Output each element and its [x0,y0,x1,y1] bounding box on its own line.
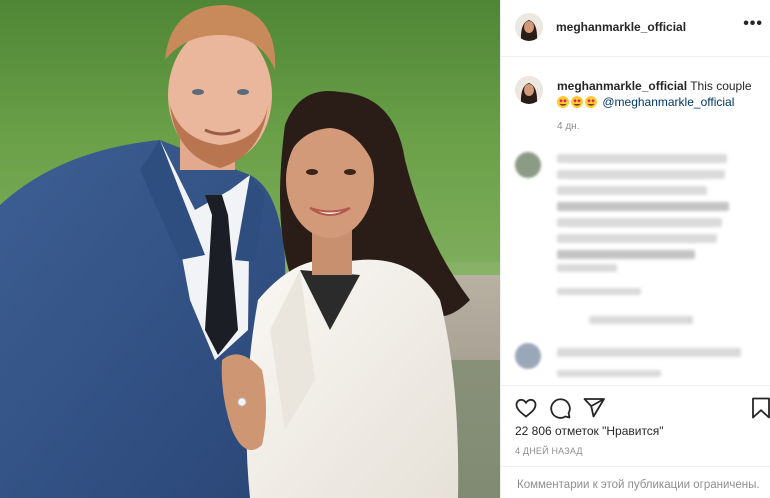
caption-body: This couple [690,79,752,93]
blurred-view-replies [589,316,693,324]
heart-eyes-emoji-icon [585,96,597,108]
caption-text: meghanmarkle_official This couple @megha… [557,78,762,110]
caption-avatar[interactable] [515,76,543,104]
blurred-comment-line [557,170,725,179]
blurred-comment-line [557,250,695,259]
share-icon[interactable] [582,396,606,420]
heart-eyes-emoji-icon [571,96,583,108]
author-username[interactable]: meghanmarkle_official [556,20,686,34]
caption-mention[interactable]: @meghanmarkle_official [602,95,734,109]
post-side-panel: meghanmarkle_official ••• meghanmarkle_o… [500,0,770,498]
blurred-comment-line [557,202,729,211]
bookmark-icon[interactable] [749,396,770,420]
blurred-comments [501,140,770,385]
more-options-icon[interactable]: ••• [743,16,763,32]
likes-count[interactable]: 22 806 отметок "Нравится" [515,424,664,438]
blurred-comment-meta [557,288,641,295]
comment-icon[interactable] [548,396,572,420]
comment-avatar [515,343,541,369]
blurred-comment-line [557,218,722,227]
comments-restricted-notice: Комментарии к этой публикации ограничены… [501,466,770,498]
blurred-comment-line [557,186,707,195]
post-actions: 22 806 отметок "Нравится" 4 ДНЕЙ НАЗАД К… [501,385,770,498]
blurred-comment-meta [557,370,661,377]
blurred-comment-line [557,348,741,357]
caption-time[interactable]: 4 дн. [557,121,579,132]
blurred-comment-line [557,154,727,163]
caption-username[interactable]: meghanmarkle_official [557,79,687,93]
post-date[interactable]: 4 ДНЕЙ НАЗАД [515,446,583,456]
heart-eyes-emoji-icon [557,96,569,108]
blurred-comment-line [557,264,617,272]
post-header: meghanmarkle_official ••• [501,0,770,57]
heart-icon[interactable] [514,396,538,420]
couple-photo-illustration [0,0,500,498]
author-avatar[interactable] [515,13,543,41]
post-photo[interactable] [0,0,500,498]
comment-avatar [515,152,541,178]
blurred-comment-line [557,234,717,243]
